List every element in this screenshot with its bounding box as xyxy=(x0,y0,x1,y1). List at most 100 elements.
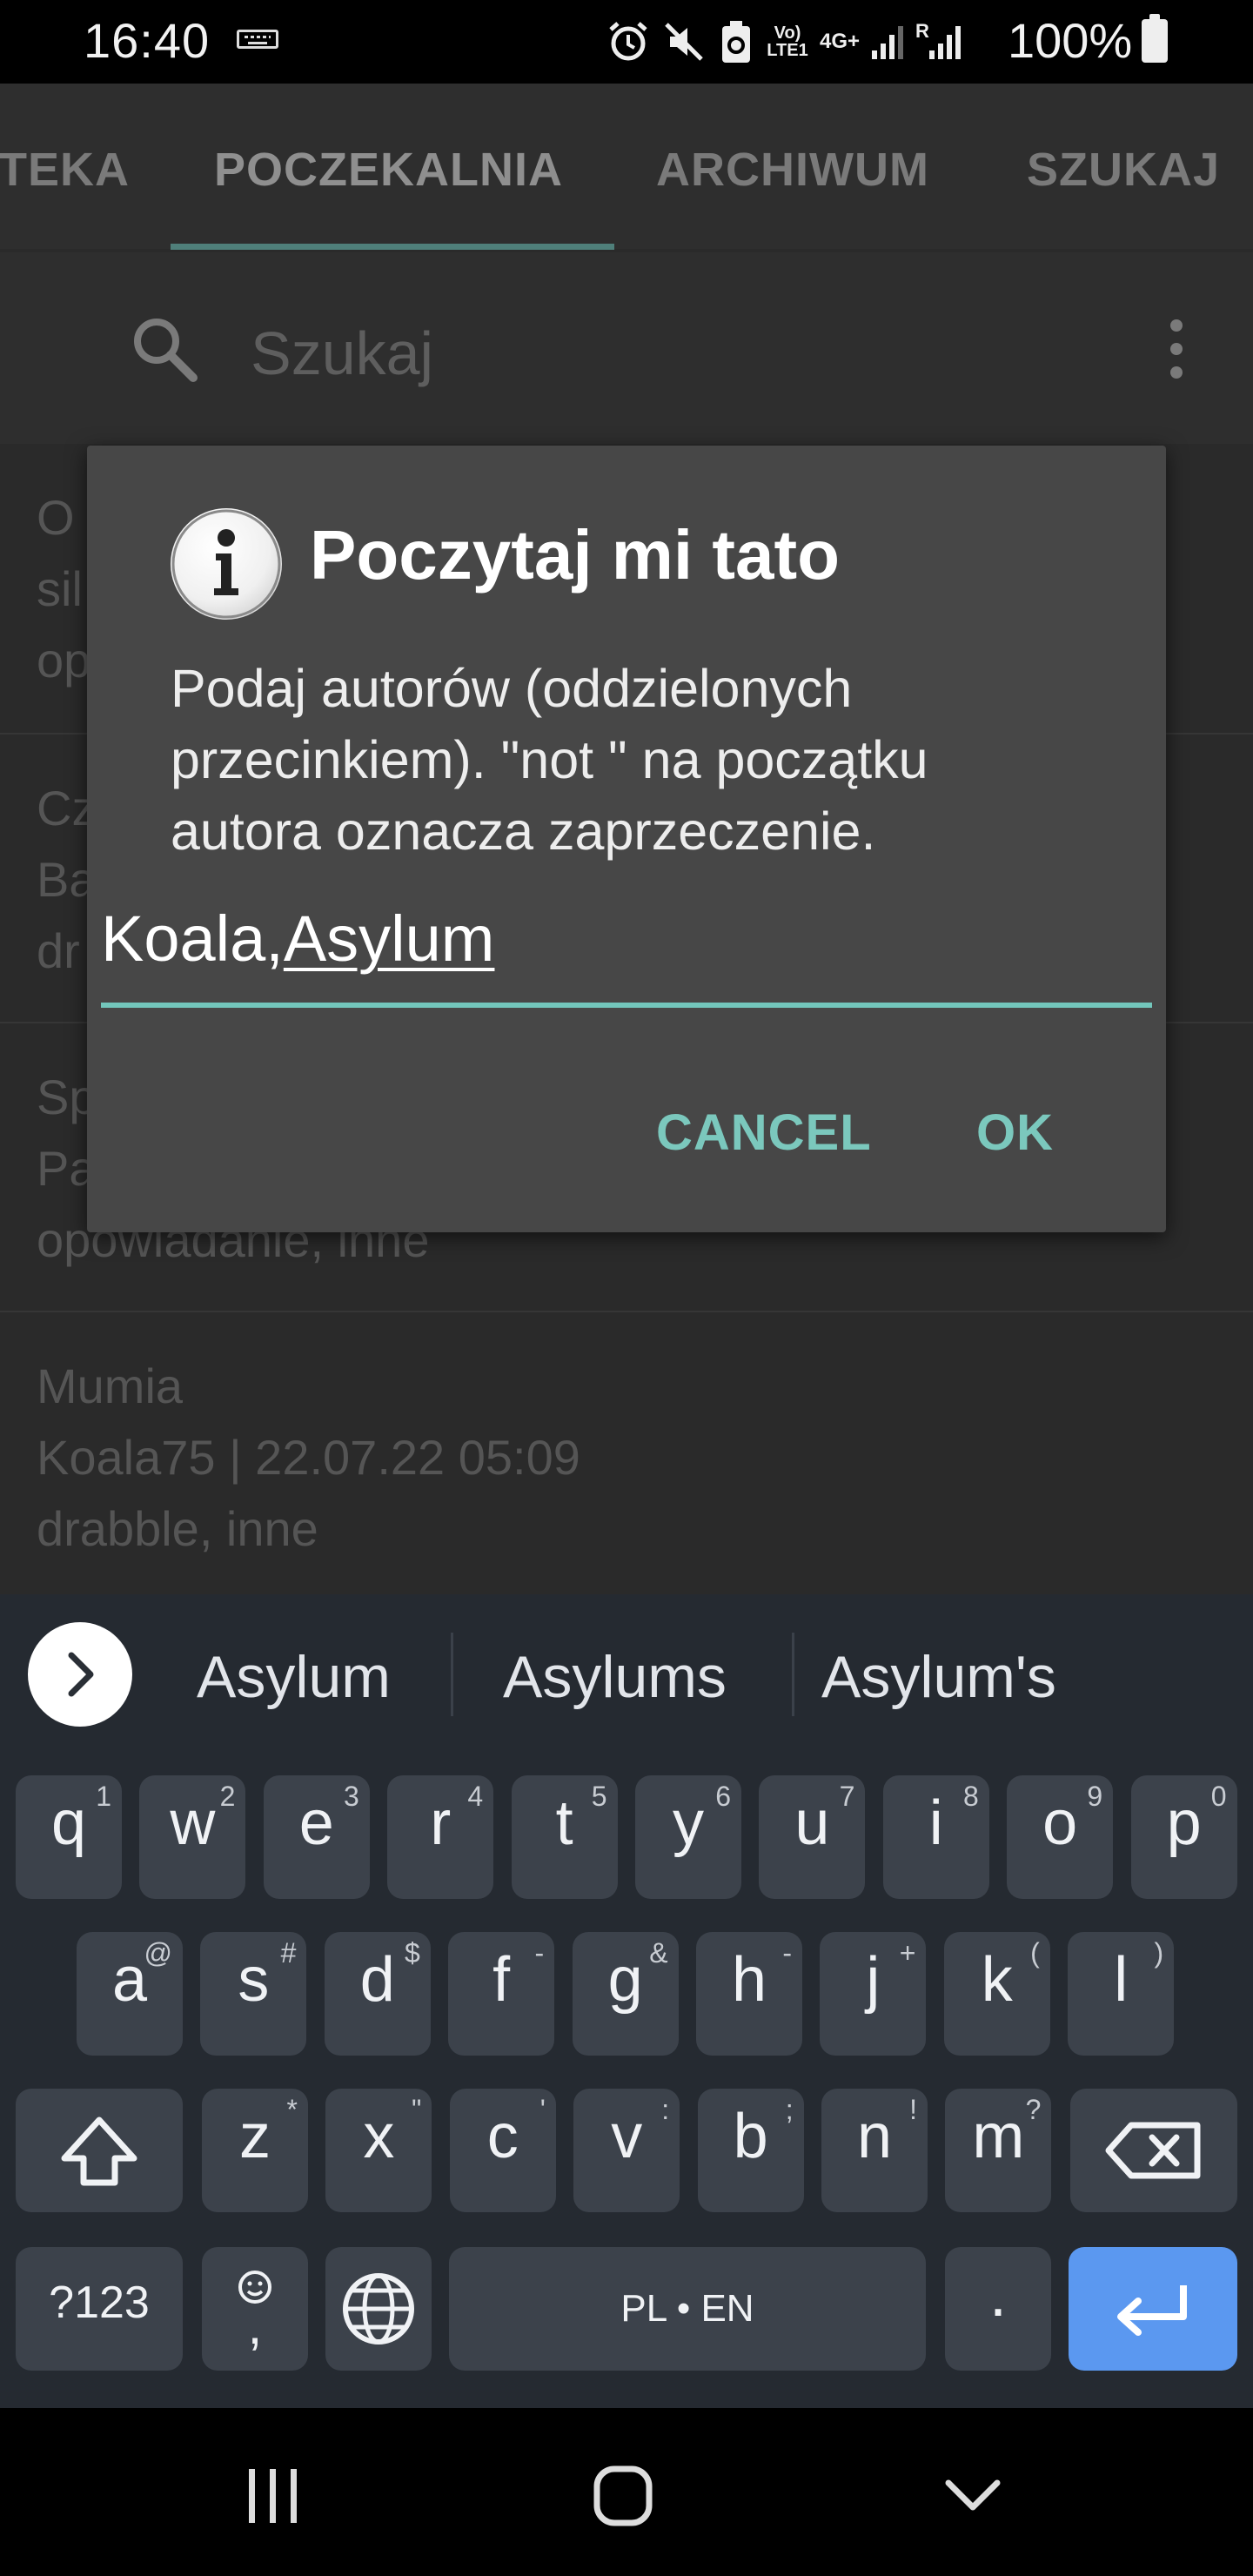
key-g-secondary: & xyxy=(649,1937,668,1969)
search-bar[interactable]: Szukaj xyxy=(0,252,1253,444)
expand-toolbar-button[interactable] xyxy=(28,1622,132,1727)
search-icon xyxy=(134,319,198,382)
dialog-message: Podaj autorów (oddzielonych przecinkiem)… xyxy=(171,653,1110,867)
space-key-label: PL • EN xyxy=(620,2287,754,2330)
globe-icon xyxy=(343,2273,414,2345)
list-item[interactable]: Mumia Koala75 | 22.07.22 05:09 drabble, … xyxy=(0,1312,1253,1594)
key-j[interactable]: j + xyxy=(820,1932,927,2056)
key-f[interactable]: f- xyxy=(448,1932,555,2056)
key-q-secondary: 1 xyxy=(96,1781,111,1812)
key-d[interactable]: d $ xyxy=(324,1932,431,2056)
back-down-icon[interactable] xyxy=(945,2478,1001,2512)
search-input[interactable]: Szukaj xyxy=(251,319,433,388)
dialog-message-line: przecinkiem). "not " na początku xyxy=(171,730,928,789)
space-key[interactable]: PL • EN xyxy=(449,2247,926,2371)
signal-icon-2 xyxy=(928,26,961,59)
suggestion-1[interactable]: Asylum xyxy=(197,1643,391,1711)
key-m[interactable]: m? xyxy=(945,2089,1052,2212)
list-item-tags: dr xyxy=(37,923,80,978)
dialog-message-line: Podaj autorów (oddzielonych xyxy=(171,659,853,718)
status-time: 16:40 xyxy=(84,13,211,68)
dialog-title: Poczytaj mi tato xyxy=(310,516,841,594)
author-filter-dialog: Poczytaj mi tato Podaj autorów (oddzielo… xyxy=(87,446,1166,1232)
tab-biblioteka[interactable]: TEKA xyxy=(0,143,130,197)
shift-key[interactable] xyxy=(16,2089,183,2212)
backspace-icon xyxy=(1105,2122,1201,2179)
navigation-bar xyxy=(0,2408,1253,2576)
key-z[interactable]: z * xyxy=(202,2089,308,2212)
key-h-secondary: - xyxy=(782,1937,792,1969)
key-c[interactable]: c ' xyxy=(449,2089,556,2212)
tab-poczekalnia[interactable]: POCZEKALNIA xyxy=(214,143,563,197)
key-k[interactable]: k( xyxy=(943,1932,1050,2056)
key-d-secondary: $ xyxy=(405,1937,420,1969)
signal-icon xyxy=(872,26,904,59)
symbols-key[interactable]: ?123 xyxy=(16,2247,183,2371)
battery-saver-icon xyxy=(722,21,750,63)
key-m-secondary: ? xyxy=(1025,2094,1042,2125)
key-l[interactable]: l) xyxy=(1068,1932,1175,2056)
recent-apps-icon[interactable] xyxy=(245,2469,301,2523)
key-i[interactable]: i8 xyxy=(882,1775,989,1899)
key-f-secondary: - xyxy=(534,1937,545,1969)
key-a-secondary: @ xyxy=(144,1937,172,1969)
dialog-message-line: autora oznacza zaprzeczenie. xyxy=(171,802,876,861)
period-key[interactable]: . xyxy=(945,2247,1051,2371)
key-x-secondary: " xyxy=(412,2094,422,2125)
key-w[interactable]: w2 xyxy=(139,1775,246,1899)
key-v[interactable]: v: xyxy=(573,2089,680,2212)
key-n-secondary: ! xyxy=(909,2094,917,2125)
suggestion-divider xyxy=(792,1633,794,1716)
symbols-key-label: ?123 xyxy=(49,2277,150,2328)
list-item-meta: sil xyxy=(37,561,83,616)
chevron-right-icon xyxy=(68,1652,94,1697)
ok-button[interactable]: OK xyxy=(976,1104,1054,1162)
enter-key[interactable] xyxy=(1069,2247,1237,2371)
network-type-label: 4G+ xyxy=(820,30,861,53)
backspace-key[interactable] xyxy=(1070,2089,1237,2212)
language-key[interactable] xyxy=(325,2247,432,2371)
emoji-comma-key[interactable]: , xyxy=(202,2247,308,2371)
key-g[interactable]: g & xyxy=(572,1932,679,2056)
tab-szukaj[interactable]: SZUKAJ xyxy=(1027,143,1220,197)
active-tab-indicator xyxy=(171,244,614,250)
key-t[interactable]: t5 xyxy=(511,1775,618,1899)
tab-archiwum[interactable]: ARCHIWUM xyxy=(656,143,929,197)
key-y-secondary: 6 xyxy=(715,1781,731,1812)
comma-label: , xyxy=(247,2297,263,2355)
info-icon xyxy=(171,508,282,620)
key-z-secondary: * xyxy=(286,2094,298,2125)
key-w-secondary: 2 xyxy=(219,1781,236,1812)
key-a[interactable]: a @ xyxy=(77,1932,183,2056)
input-composing-text: Asylum xyxy=(283,902,495,975)
key-i-secondary: 8 xyxy=(963,1781,979,1812)
key-s[interactable]: s # xyxy=(200,1932,307,2056)
key-e[interactable]: e3 xyxy=(263,1775,370,1899)
home-icon[interactable] xyxy=(593,2465,653,2526)
enter-icon xyxy=(1117,2285,1187,2336)
key-k-secondary: ( xyxy=(1030,1937,1040,1969)
suggestion-3[interactable]: Asylum's xyxy=(821,1643,1056,1711)
key-b[interactable]: b; xyxy=(697,2089,804,2212)
volte-label: Vo) LTE1 xyxy=(767,23,808,60)
key-q[interactable]: q1 xyxy=(16,1775,122,1899)
input-prefix-text: Koala, xyxy=(101,902,284,975)
key-o[interactable]: o9 xyxy=(1007,1775,1114,1899)
key-n[interactable]: n! xyxy=(821,2089,928,2212)
suggestion-divider xyxy=(451,1633,453,1716)
key-e-secondary: 3 xyxy=(344,1781,359,1812)
authors-input[interactable]: Koala,Asylum xyxy=(101,902,1152,985)
more-options-icon[interactable] xyxy=(1164,319,1189,379)
key-b-secondary: ; xyxy=(785,2094,794,2125)
key-r[interactable]: r4 xyxy=(387,1775,494,1899)
key-y[interactable]: y6 xyxy=(635,1775,741,1899)
cancel-button[interactable]: CANCEL xyxy=(656,1104,872,1162)
suggestion-2[interactable]: Asylums xyxy=(503,1643,727,1711)
key-x[interactable]: x " xyxy=(325,2089,432,2212)
battery-icon xyxy=(1142,14,1168,63)
key-u[interactable]: u7 xyxy=(759,1775,866,1899)
key-r-secondary: 4 xyxy=(467,1781,484,1812)
key-p[interactable]: p0 xyxy=(1130,1775,1237,1899)
key-h[interactable]: h- xyxy=(696,1932,802,2056)
suggestion-bar: Asylum Asylums Asylum's xyxy=(0,1594,1253,1760)
